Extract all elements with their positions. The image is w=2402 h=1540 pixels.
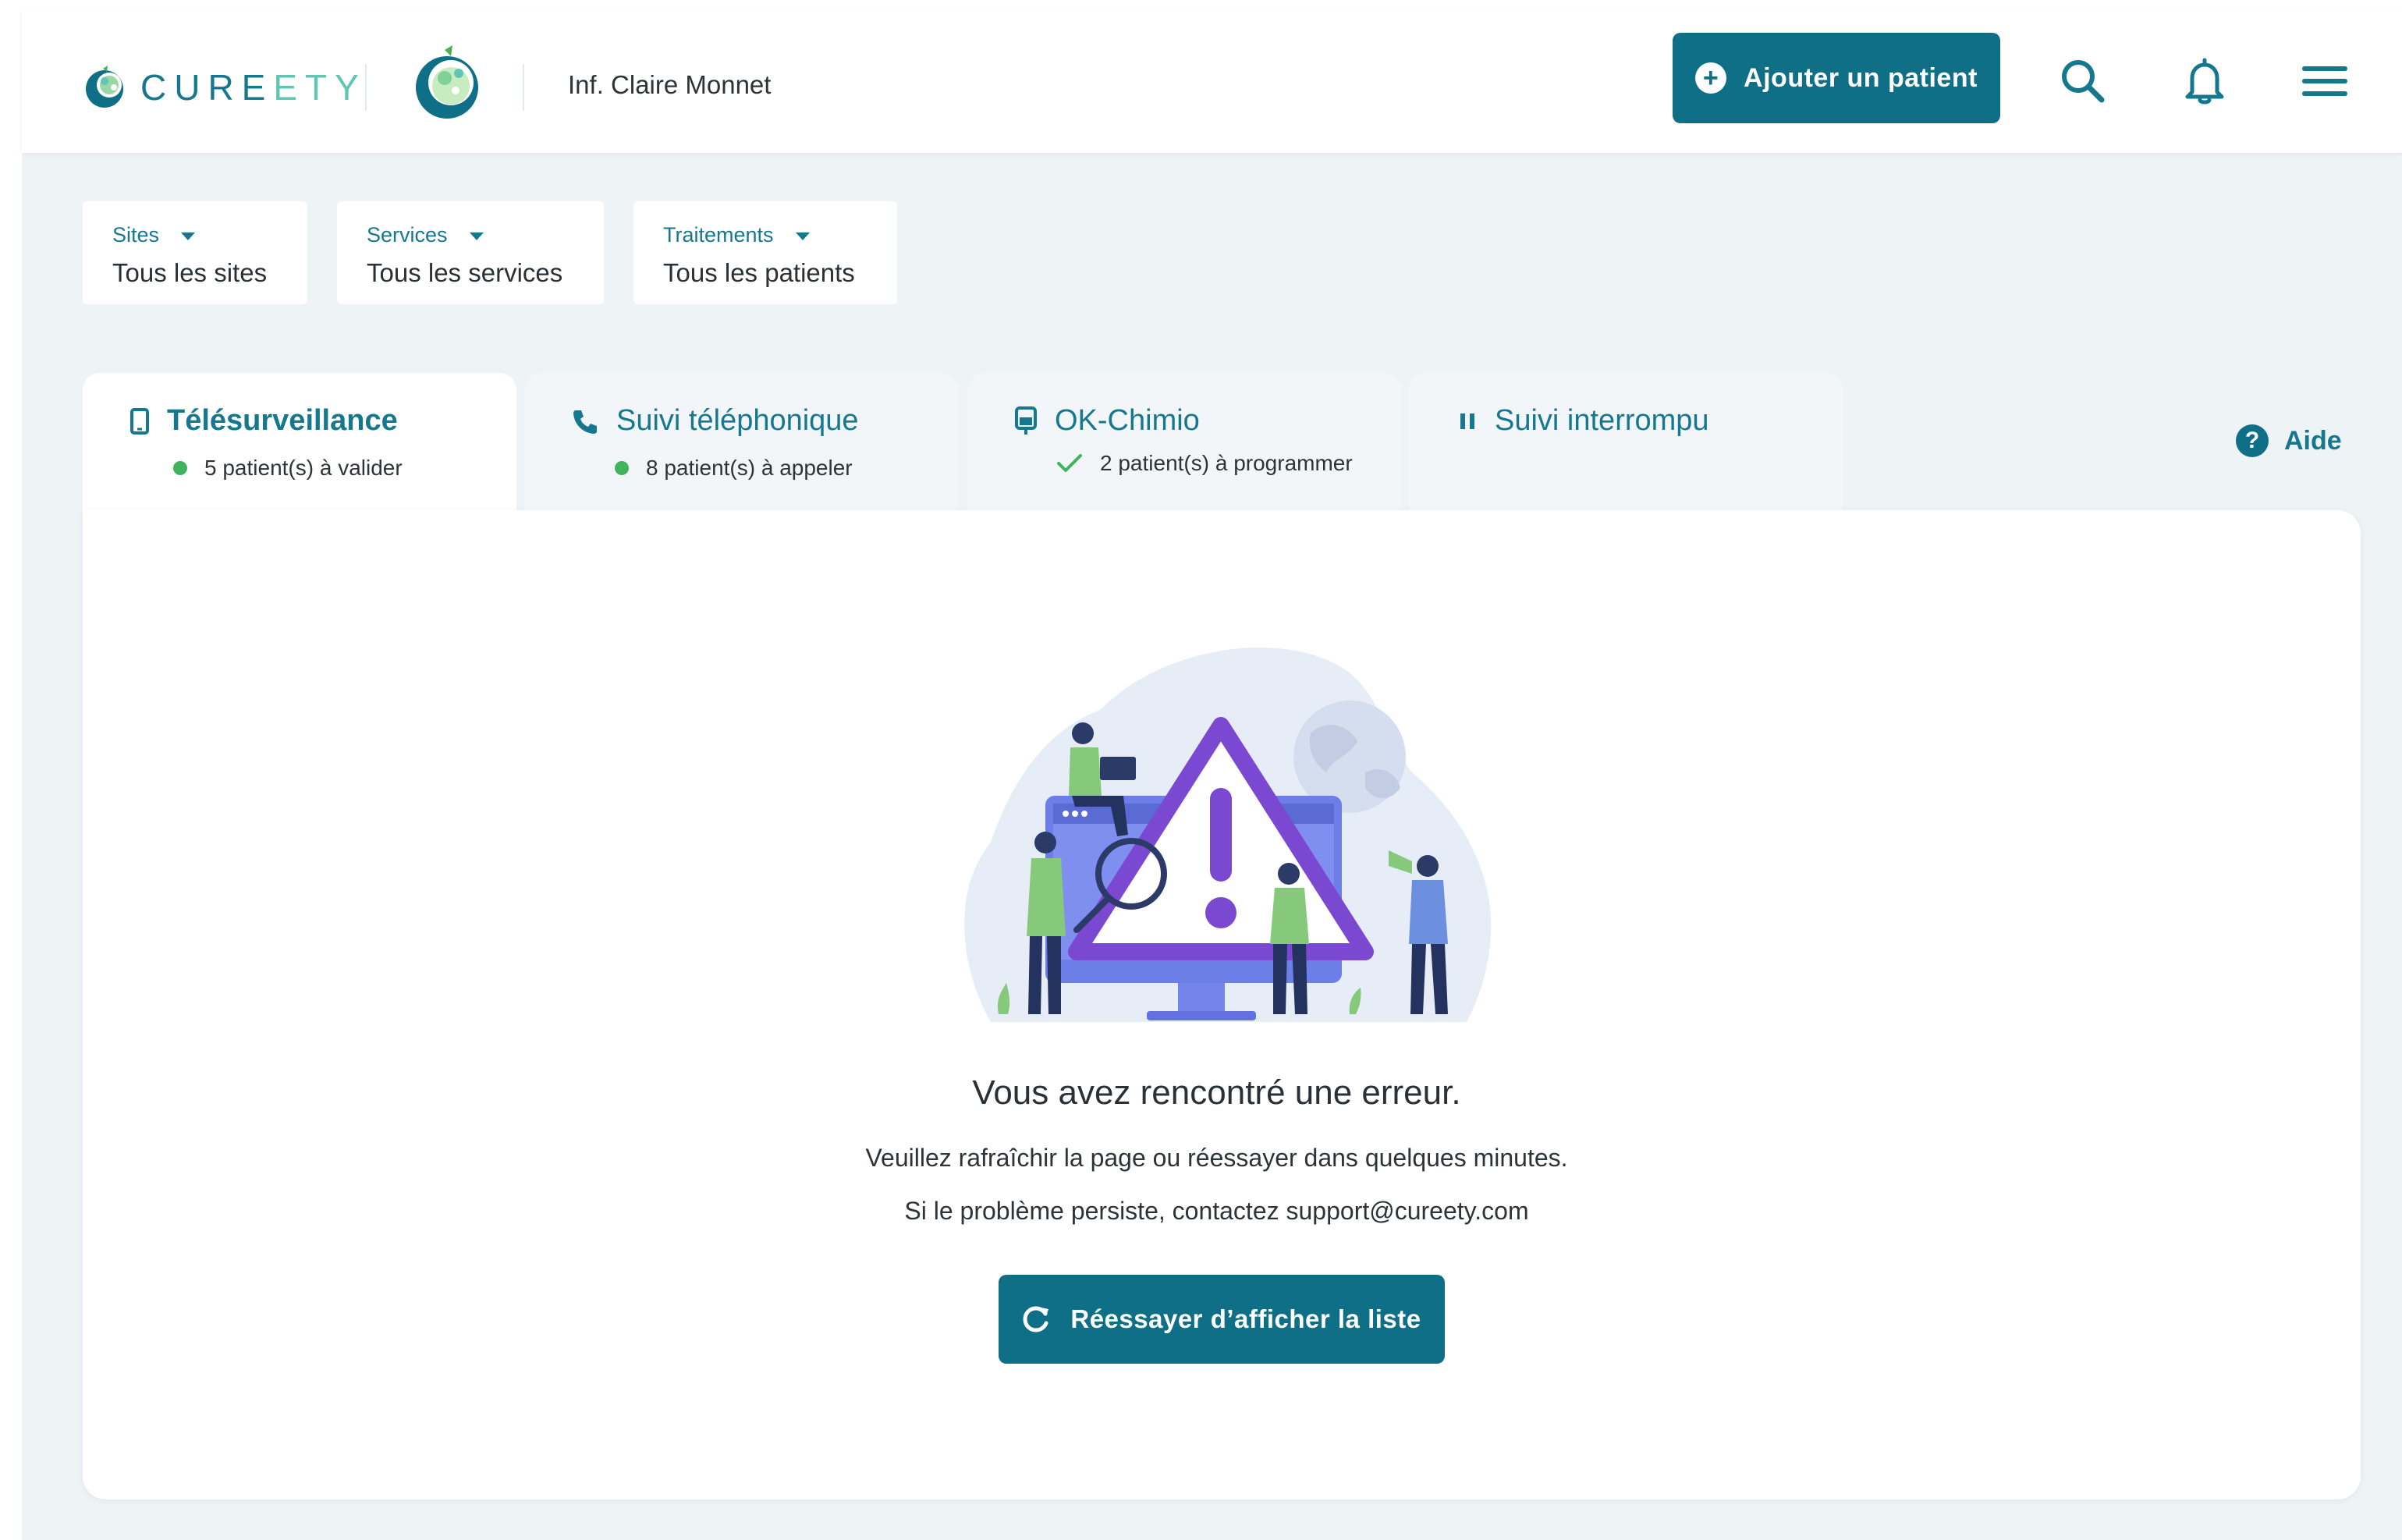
filter-treatments-value: Tous les patients [663, 258, 855, 287]
caret-down-icon [181, 232, 196, 240]
tab-subtitle-text: 5 patient(s) à valider [204, 456, 403, 480]
filter-label-text: Sites [112, 223, 160, 247]
refresh-icon [1023, 1306, 1049, 1332]
tab-title: Suivi téléphonique [571, 404, 859, 438]
tab-subtitle-text: 2 patient(s) à programmer [1100, 451, 1353, 475]
filter-treatments-label: Traitements [663, 223, 867, 247]
tab-subtitle: 8 patient(s) à appeler [615, 456, 853, 481]
header-divider [523, 64, 524, 111]
status-dot-icon [615, 461, 629, 475]
filter-treatments[interactable]: Traitements Tous les patients [633, 201, 897, 304]
tab-subtitle-text: 8 patient(s) à appeler [646, 456, 853, 480]
help-label: Aide [2284, 425, 2342, 456]
phone-call-icon [573, 410, 597, 434]
retry-list-button[interactable]: Réessayer d’afficher la liste [999, 1275, 1445, 1364]
filter-label-text: Services [367, 223, 448, 247]
help-circle-icon: ? [2236, 424, 2269, 457]
filter-label-text: Traitements [663, 223, 774, 247]
add-patient-button[interactable]: + Ajouter un patient [1673, 33, 2000, 123]
tab-title-text: OK-Chimio [1055, 404, 1200, 437]
top-header: CUREETY Inf. Claire Monnet + Ajouter un … [22, 9, 2402, 153]
menu-icon[interactable] [2297, 53, 2353, 109]
filter-sites[interactable]: Sites Tous les sites [83, 201, 307, 304]
tab-subtitle: 5 patient(s) à valider [173, 456, 403, 481]
tab-suivi-telephonique[interactable]: Suivi téléphonique 8 patient(s) à appele… [524, 373, 958, 510]
filter-sites-label: Sites [112, 223, 278, 247]
plus-circle-icon: + [1695, 62, 1727, 94]
error-illustration-icon [964, 648, 1492, 1022]
tab-title: Télésurveillance [130, 404, 398, 438]
caret-down-icon [795, 232, 810, 240]
brand-wordmark: CUREETY [140, 67, 367, 108]
check-icon [1057, 454, 1082, 472]
tab-ok-chimio[interactable]: OK-Chimio 2 patient(s) à programmer [967, 373, 1401, 510]
error-message-line-2: Si le problème persiste, contactez suppo… [904, 1197, 1529, 1225]
brand-logo[interactable]: CUREETY [81, 50, 367, 125]
tab-suivi-interrompu[interactable]: Suivi interrompu [1409, 373, 1843, 510]
current-user-name: Inf. Claire Monnet [568, 70, 772, 99]
add-patient-label: Ajouter un patient [1744, 62, 1978, 93]
cureety-logo-icon [86, 66, 123, 108]
chemo-bag-icon [1015, 406, 1037, 435]
header-divider [365, 64, 367, 111]
tab-title-text: Télésurveillance [167, 404, 398, 437]
app-logo-icon [416, 45, 478, 119]
window-frame-left [0, 0, 22, 1540]
filter-services[interactable]: Services Tous les services [337, 201, 604, 304]
filter-services-value: Tous les services [367, 258, 563, 287]
tab-title: OK-Chimio [1014, 404, 1200, 438]
retry-label: Réessayer d’afficher la liste [1070, 1304, 1421, 1333]
tab-title: Suivi interrompu [1459, 404, 1709, 438]
status-dot-icon [173, 461, 187, 475]
window-frame-top [0, 0, 2402, 9]
bell-icon[interactable] [2177, 53, 2233, 109]
search-icon[interactable] [2055, 53, 2111, 109]
caret-down-icon [469, 232, 484, 240]
tab-title-text: Suivi interrompu [1495, 404, 1709, 437]
error-message-line-1: Veuillez rafraîchir la page ou réessayer… [865, 1144, 1568, 1172]
phone-device-icon [130, 407, 149, 435]
tab-subtitle: 2 patient(s) à programmer [1056, 451, 1353, 476]
pause-icon [1460, 413, 1474, 429]
help-link[interactable]: ? Aide [2236, 424, 2342, 457]
tab-title-text: Suivi téléphonique [616, 404, 859, 437]
filter-sites-value: Tous les sites [112, 258, 268, 287]
error-title: Vous avez rencontré une erreur. [972, 1073, 1461, 1112]
tab-telesurveillance[interactable]: Télésurveillance 5 patient(s) à valider [83, 373, 516, 510]
filter-services-label: Services [367, 223, 574, 247]
